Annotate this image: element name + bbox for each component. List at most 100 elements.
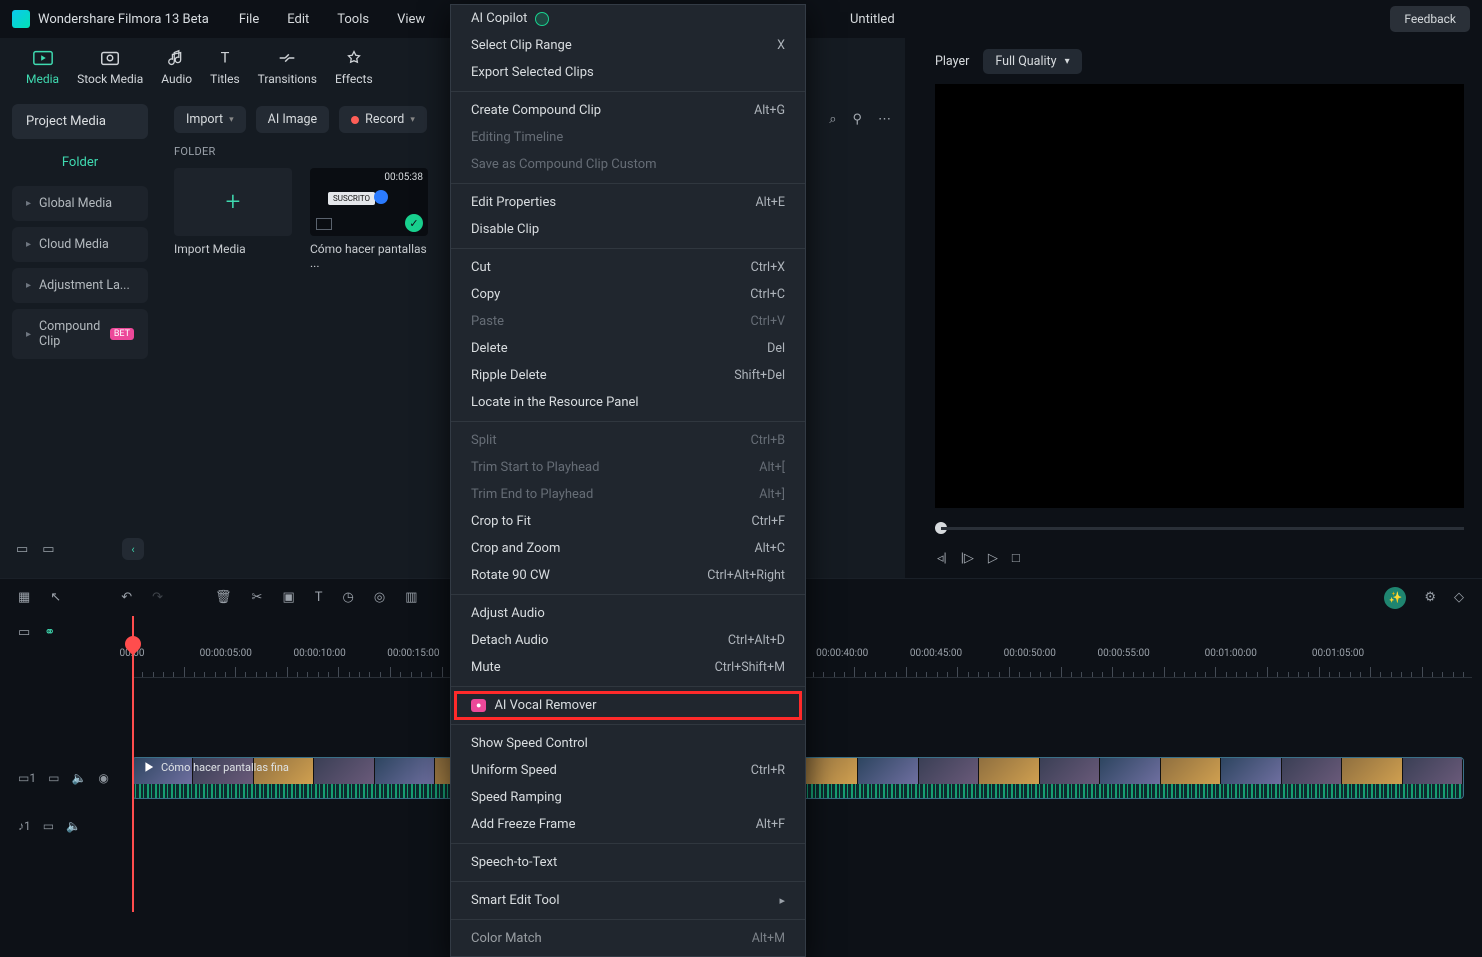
cm-freeze-frame[interactable]: Add Freeze FrameAlt+F <box>451 811 805 838</box>
filter-icon[interactable]: ⚲ <box>852 112 862 127</box>
cm-ai-vocal-remover[interactable]: ●AI Vocal Remover <box>451 692 805 719</box>
record-dropdown[interactable]: Record▾ <box>339 106 427 133</box>
eye-icon[interactable]: ◉ <box>98 771 108 785</box>
play-icon[interactable]: ▷ <box>988 551 998 566</box>
undo-icon[interactable]: ↶ <box>121 590 132 605</box>
play-back-icon[interactable]: |▷ <box>961 551 974 566</box>
speed-icon[interactable]: ◷ <box>343 590 354 605</box>
cm-ai-copilot[interactable]: AI Copilot <box>451 5 805 32</box>
feedback-button[interactable]: Feedback <box>1390 6 1470 32</box>
timeline-view-icon[interactable]: ▭ <box>18 625 30 640</box>
prev-frame-icon[interactable]: ◃| <box>937 551 947 566</box>
clip-context-menu: AI Copilot Select Clip RangeX Export Sel… <box>450 4 806 957</box>
like-icon <box>374 190 388 204</box>
time-mark: 00:01:05:00 <box>1312 648 1364 659</box>
color-icon[interactable]: ◎ <box>374 590 385 605</box>
ai-tools-icon[interactable]: ✨ <box>1384 587 1406 609</box>
cm-ripple-delete[interactable]: Ripple DeleteShift+Del <box>451 362 805 389</box>
link-icon[interactable]: ⚭ <box>44 625 55 640</box>
import-media-tile[interactable]: + Import Media <box>174 168 292 270</box>
cm-uniform-speed[interactable]: Uniform SpeedCtrl+R <box>451 757 805 784</box>
tab-media[interactable]: Media <box>26 48 59 86</box>
cm-color-match[interactable]: Color MatchAlt+M <box>451 925 805 952</box>
cm-editing-timeline: Editing Timeline <box>451 124 805 151</box>
cm-rotate-90[interactable]: Rotate 90 CWCtrl+Alt+Right <box>451 562 805 589</box>
beta-badge-icon: ● <box>471 699 486 712</box>
clip-duration: 00:05:38 <box>384 172 423 183</box>
marker-icon[interactable]: ◇ <box>1454 590 1464 605</box>
new-folder-icon[interactable]: ▭ <box>16 542 28 557</box>
menu-view[interactable]: View <box>397 12 425 27</box>
video-track-icon[interactable]: ▭1 <box>18 771 36 785</box>
cm-speech-to-text[interactable]: Speech-to-Text <box>451 849 805 876</box>
cm-mute[interactable]: MuteCtrl+Shift+M <box>451 654 805 681</box>
text-icon[interactable]: T <box>315 590 323 605</box>
quality-dropdown[interactable]: Full Quality▾ <box>983 49 1081 74</box>
more-icon[interactable]: ⋯ <box>878 112 891 127</box>
submenu-arrow-icon: ▸ <box>779 894 785 907</box>
tab-audio[interactable]: Audio <box>161 48 192 86</box>
document-title: Untitled <box>850 12 895 27</box>
folder-tab[interactable]: Folder <box>12 145 148 180</box>
ai-image-button[interactable]: AI Image <box>256 106 329 133</box>
stop-icon[interactable]: □ <box>1012 550 1020 566</box>
collapse-sidebar-button[interactable]: ‹ <box>122 538 144 560</box>
time-mark: 00:00:10:00 <box>293 648 345 659</box>
sidebar-global-media[interactable]: Global Media <box>12 186 148 221</box>
scissors-icon[interactable]: ✂ <box>252 590 263 605</box>
import-dropdown[interactable]: Import▾ <box>174 106 246 133</box>
cm-cut[interactable]: CutCtrl+X <box>451 254 805 281</box>
tab-effects[interactable]: Effects <box>335 48 373 86</box>
cm-locate-resource[interactable]: Locate in the Resource Panel <box>451 389 805 416</box>
sidebar-cloud-media[interactable]: Cloud Media <box>12 227 148 262</box>
grid-icon[interactable]: ▦ <box>18 590 30 605</box>
cm-speed-ramping[interactable]: Speed Ramping <box>451 784 805 811</box>
menu-file[interactable]: File <box>239 12 259 27</box>
tab-transitions[interactable]: Transitions <box>258 48 317 86</box>
folder-icon[interactable]: ▭ <box>42 542 54 557</box>
menu-edit[interactable]: Edit <box>287 12 309 27</box>
clip-title: Cómo hacer pantallas fina <box>161 761 289 774</box>
adjust-icon[interactable]: ▥ <box>405 590 417 605</box>
crop-icon[interactable]: ▣ <box>282 590 294 605</box>
player-scrubber[interactable] <box>935 518 1464 538</box>
menu-tools[interactable]: Tools <box>337 12 369 27</box>
cm-edit-properties[interactable]: Edit PropertiesAlt+E <box>451 189 805 216</box>
lock-icon[interactable]: ▭ <box>43 819 54 833</box>
sidebar-adjustment-layer[interactable]: Adjustment La... <box>12 268 148 303</box>
cm-copy[interactable]: CopyCtrl+C <box>451 281 805 308</box>
preview-canvas[interactable] <box>935 84 1464 508</box>
settings-icon[interactable]: ⚙ <box>1424 590 1436 605</box>
cm-crop-fit[interactable]: Crop to FitCtrl+F <box>451 508 805 535</box>
ai-badge-icon <box>535 12 549 26</box>
cm-export-selected[interactable]: Export Selected Clips <box>451 59 805 86</box>
mute-icon[interactable]: 🔈 <box>66 819 81 833</box>
audio-track-icon[interactable]: ♪1 <box>18 819 31 833</box>
search-icon[interactable]: ⌕ <box>829 112 836 127</box>
playhead[interactable] <box>132 616 134 912</box>
redo-icon[interactable]: ↷ <box>152 590 163 605</box>
lock-icon[interactable]: ▭ <box>48 771 59 785</box>
cm-detach-audio[interactable]: Detach AudioCtrl+Alt+D <box>451 627 805 654</box>
app-logo-icon <box>12 10 30 28</box>
chevron-down-icon: ▾ <box>1065 56 1070 67</box>
cm-select-clip-range[interactable]: Select Clip RangeX <box>451 32 805 59</box>
tab-stock-media[interactable]: Stock Media <box>77 48 143 86</box>
mute-icon[interactable]: 🔈 <box>71 771 86 785</box>
cm-disable-clip[interactable]: Disable Clip <box>451 216 805 243</box>
cursor-icon[interactable]: ↖ <box>50 590 61 605</box>
cm-split: SplitCtrl+B <box>451 427 805 454</box>
time-mark: 00:00:45:00 <box>910 648 962 659</box>
cm-show-speed[interactable]: Show Speed Control <box>451 730 805 757</box>
cm-crop-zoom[interactable]: Crop and ZoomAlt+C <box>451 535 805 562</box>
cm-create-compound[interactable]: Create Compound ClipAlt+G <box>451 97 805 124</box>
media-clip-tile[interactable]: 00:05:38 SUSCRITO ✓ Cómo hacer pantallas… <box>310 168 428 270</box>
tab-titles[interactable]: T Titles <box>210 48 239 86</box>
project-media-button[interactable]: Project Media <box>12 104 148 139</box>
tab-label: Effects <box>335 72 373 86</box>
cm-delete[interactable]: DeleteDel <box>451 335 805 362</box>
delete-icon[interactable]: 🗑 <box>215 590 232 605</box>
sidebar-compound-clip[interactable]: Compound ClipBET <box>12 309 148 359</box>
cm-adjust-audio[interactable]: Adjust Audio <box>451 600 805 627</box>
cm-smart-edit[interactable]: Smart Edit Tool▸ <box>451 887 805 914</box>
